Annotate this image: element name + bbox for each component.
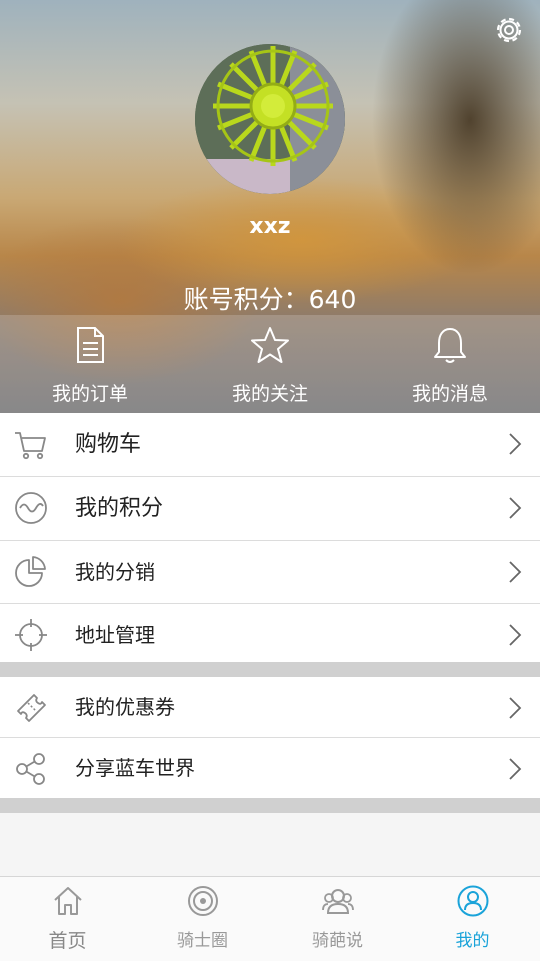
avatar[interactable] bbox=[195, 44, 345, 194]
my-messages-button[interactable]: 我的消息 bbox=[360, 315, 540, 413]
points-icon bbox=[15, 492, 47, 524]
menu-item-label: 我的优惠券 bbox=[75, 695, 175, 719]
tab-label: 首页 bbox=[48, 930, 87, 952]
menu-group-2: 我的优惠券 分享蓝车世界 bbox=[0, 677, 540, 798]
tab-home[interactable]: 首页 bbox=[0, 877, 135, 961]
tab-label: 我的 bbox=[455, 931, 490, 951]
menu-item-label: 我的分销 bbox=[75, 560, 155, 584]
gear-icon[interactable] bbox=[492, 13, 526, 47]
menu-group-1: 购物车 我的积分 我的分销 地址管理 bbox=[0, 413, 540, 667]
username: xxz bbox=[249, 214, 291, 239]
my-orders-button[interactable]: 我的订单 bbox=[0, 315, 180, 413]
tab-riders-circle[interactable]: 骑士圈 bbox=[135, 877, 270, 961]
menu-item-label: 地址管理 bbox=[75, 623, 155, 647]
my-follows-label: 我的关注 bbox=[231, 383, 308, 405]
profile-header: xxz 账号积分：640 我的订单 我的关注 我的消息 bbox=[0, 0, 540, 413]
tab-mine[interactable]: 我的 bbox=[405, 877, 540, 961]
avatar-image bbox=[195, 44, 345, 194]
tab-talk[interactable]: 骑葩说 bbox=[270, 877, 405, 961]
quick-actions: 我的订单 我的关注 我的消息 bbox=[0, 315, 540, 413]
menu-item-distribution[interactable]: 我的分销 bbox=[0, 541, 540, 604]
group-icon bbox=[321, 889, 354, 914]
account-points: 账号积分：640 bbox=[183, 285, 357, 314]
menu-item-points[interactable]: 我的积分 bbox=[0, 477, 540, 541]
location-target-icon bbox=[15, 619, 47, 651]
my-messages-label: 我的消息 bbox=[411, 383, 488, 405]
chevron-right-icon bbox=[509, 758, 522, 780]
star-icon bbox=[251, 327, 289, 363]
menu-item-cart[interactable]: 购物车 bbox=[0, 413, 540, 477]
profile-icon bbox=[457, 885, 488, 917]
section-divider bbox=[0, 798, 540, 813]
chevron-right-icon bbox=[509, 561, 522, 583]
menu-item-share[interactable]: 分享蓝车世界 bbox=[0, 738, 540, 798]
home-icon bbox=[53, 887, 82, 915]
cart-icon bbox=[15, 432, 46, 460]
menu-item-label: 购物车 bbox=[75, 432, 142, 457]
document-icon bbox=[77, 327, 104, 363]
tab-label: 骑葩说 bbox=[312, 931, 363, 951]
chevron-right-icon bbox=[509, 697, 522, 719]
menu-item-label: 分享蓝车世界 bbox=[75, 756, 195, 780]
coupon-icon bbox=[17, 694, 46, 722]
menu-item-address[interactable]: 地址管理 bbox=[0, 604, 540, 667]
chevron-right-icon bbox=[509, 433, 522, 455]
my-orders-label: 我的订单 bbox=[51, 383, 128, 405]
bell-icon bbox=[434, 328, 466, 363]
menu-item-coupons[interactable]: 我的优惠券 bbox=[0, 677, 540, 738]
chevron-right-icon bbox=[509, 497, 522, 519]
pie-chart-icon bbox=[15, 556, 46, 587]
chevron-right-icon bbox=[509, 624, 522, 646]
my-follows-button[interactable]: 我的关注 bbox=[180, 315, 360, 413]
bottom-tab-bar: 首页 骑士圈 骑葩说 我的 bbox=[0, 876, 540, 961]
share-icon bbox=[16, 753, 45, 785]
section-divider bbox=[0, 662, 540, 677]
circle-target-icon bbox=[187, 886, 218, 916]
tab-label: 骑士圈 bbox=[177, 931, 228, 951]
menu-item-label: 我的积分 bbox=[75, 496, 164, 521]
